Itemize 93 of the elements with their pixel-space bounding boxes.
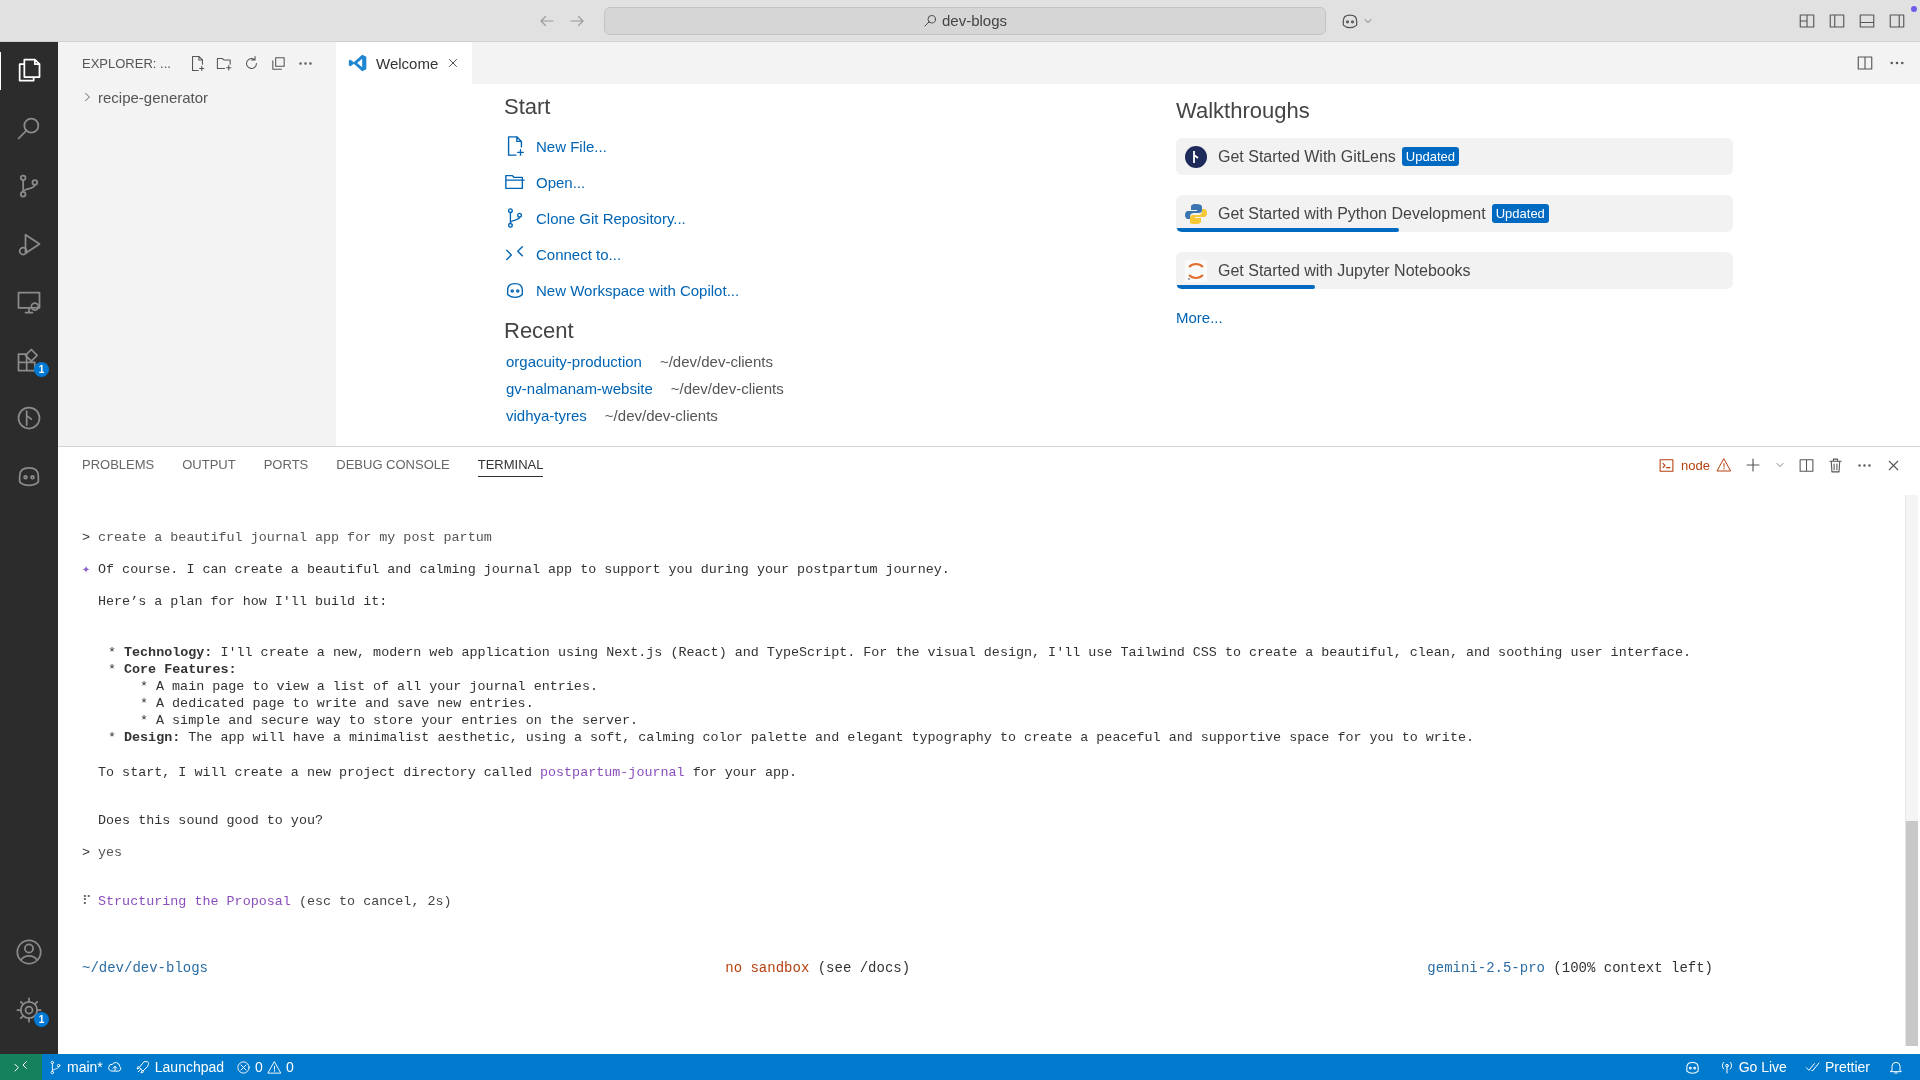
search-icon[interactable] xyxy=(922,13,938,28)
count-badge: 1 xyxy=(34,362,49,377)
terminal-line: Core Features: xyxy=(124,661,237,678)
working-directory: ~/dev/dev-blogs xyxy=(82,960,209,977)
search-field[interactable]: dev-blogs xyxy=(604,6,1326,35)
editor-logo-icon xyxy=(348,53,368,73)
bell-icon[interactable] xyxy=(1888,1059,1904,1075)
secondary-sidebar-icon[interactable] xyxy=(1888,11,1906,30)
section-heading: Recent xyxy=(504,318,575,344)
branch-circle-icon[interactable] xyxy=(15,404,43,432)
section-heading: Walkthroughs xyxy=(1176,98,1311,124)
start-link[interactable]: Connect to... xyxy=(536,236,622,272)
sidebar-title: EXPLORER: ... xyxy=(82,55,171,71)
line-marker: * xyxy=(108,644,118,661)
prettier-status[interactable]: Prettier xyxy=(1824,1059,1870,1075)
terminal-line: A main page to view a list of all your journal entries. xyxy=(156,678,598,695)
rocket-icon[interactable] xyxy=(134,1059,151,1075)
terminal-line: Does this sound good to you? xyxy=(98,812,323,829)
model-status: gemini-2.5-pro (100% context left) xyxy=(1427,960,1713,977)
terminal-line: yes xyxy=(98,844,123,861)
editor-tab[interactable]: Welcome xyxy=(336,42,473,84)
terminal-line: A dedicated page to write and save new entries. xyxy=(156,695,534,712)
folder-item[interactable]: recipe-generator xyxy=(98,88,209,106)
start-link[interactable]: Open... xyxy=(536,164,586,200)
start-link[interactable]: New Workspace with Copilot... xyxy=(536,272,740,308)
updated-badge: Updated xyxy=(1491,204,1549,223)
sandbox-status: no sandbox (see /docs) xyxy=(725,960,911,977)
panel-tab[interactable]: TERMINAL xyxy=(477,453,544,477)
terminal-line: Of course. I can create a beautiful and calming journal app to support you during your postpartum journey. xyxy=(98,561,950,578)
start-link[interactable]: Clone Git Repository... xyxy=(536,200,686,236)
status-line: Structuring the Proposal (esc to cancel, 2s) xyxy=(98,893,452,910)
line-marker: * xyxy=(140,695,150,712)
error-count[interactable]: 0 xyxy=(255,1059,263,1075)
recent-link[interactable]: gv-nalmanam-website xyxy=(506,380,653,397)
branch-status[interactable]: main* xyxy=(67,1059,103,1075)
line-marker: * xyxy=(140,712,150,729)
updated-badge: Updated xyxy=(1401,147,1459,166)
scrollbar[interactable] xyxy=(1905,495,1918,1046)
recent-path: ~/dev/dev-clients xyxy=(604,407,718,424)
sidebar-toggle-icon[interactable] xyxy=(1828,11,1846,30)
collapse-icon[interactable] xyxy=(269,54,287,72)
orbit-logo-icon xyxy=(1184,258,1208,283)
recent-path: ~/dev/dev-clients xyxy=(670,380,784,397)
walkthrough-card[interactable]: Get Started With GitLens Updated xyxy=(1176,138,1733,175)
settings-icon[interactable] xyxy=(15,996,43,1024)
count-badge: 1 xyxy=(34,1012,49,1027)
start-link[interactable]: New File... xyxy=(536,128,607,164)
layout-icon[interactable] xyxy=(1798,11,1816,30)
panel-tab[interactable]: DEBUG CONSOLE xyxy=(336,453,450,477)
terminal-name[interactable]: node xyxy=(1681,457,1710,473)
warning-count[interactable]: 0 xyxy=(285,1059,294,1075)
walkthrough-title: Get Started with Jupyter Notebooks xyxy=(1218,261,1471,280)
terminal-line: To start, I will create a new project directory called postpartum-journal for your app. xyxy=(98,764,798,781)
line-marker: * xyxy=(108,661,118,678)
line-marker: > xyxy=(82,529,92,546)
launchpad-status[interactable]: Launchpad xyxy=(154,1059,225,1075)
panel-tab[interactable]: OUTPUT xyxy=(182,453,236,477)
branch-icon[interactable] xyxy=(48,1059,63,1075)
account-icon[interactable] xyxy=(15,938,43,966)
section-heading: Start xyxy=(504,94,552,120)
walkthrough-card[interactable]: Get Started with Python Development Updated xyxy=(1176,195,1733,232)
panel-tab[interactable]: PROBLEMS xyxy=(82,453,155,477)
terminal-icon[interactable] xyxy=(1658,456,1676,474)
terminal-line: A simple and secure way to store your entries on the server. xyxy=(156,712,639,729)
more-link[interactable]: More... xyxy=(1176,309,1223,326)
recent-link[interactable]: orgacuity-production xyxy=(506,353,642,370)
line-marker: * xyxy=(140,678,150,695)
notification-dot xyxy=(1911,6,1917,12)
cloud-sync-icon[interactable] xyxy=(106,1059,123,1075)
walkthrough-title: Get Started with Python Development xyxy=(1218,204,1486,223)
trash-icon[interactable] xyxy=(1827,456,1844,474)
recent-path: ~/dev/dev-clients xyxy=(659,353,773,370)
recent-link[interactable]: vidhya-tyres xyxy=(506,407,587,424)
warning-icon[interactable] xyxy=(1716,457,1732,473)
branch-badge-icon xyxy=(1184,144,1208,169)
plus-icon[interactable] xyxy=(1744,456,1762,474)
line-marker: ✦ xyxy=(82,561,92,578)
error-icon[interactable] xyxy=(236,1059,252,1075)
go-live-status[interactable]: Go Live xyxy=(1738,1059,1787,1075)
panel-toggle-icon[interactable] xyxy=(1858,11,1876,30)
terminal-line: Design: The app will have a minimalist aesthetic, using a soft, calming color palette and elegant typography to create a peaceful and supportive space for you to write. xyxy=(124,729,1474,746)
line-marker: > xyxy=(82,844,92,861)
split-terminal-icon[interactable] xyxy=(1798,456,1815,474)
terminal-line: create a beautiful journal app for my post partum xyxy=(98,529,492,546)
line-marker: * xyxy=(108,729,118,746)
panel-tab[interactable]: PORTS xyxy=(263,453,309,477)
walkthrough-title: Get Started With GitLens xyxy=(1218,147,1396,166)
split-editor-icon[interactable] xyxy=(1856,54,1874,72)
terminal-line: Here’s a plan for how I'll build it: xyxy=(98,593,388,610)
two-tone-logo-icon xyxy=(1184,201,1208,226)
walkthrough-card[interactable]: Get Started with Jupyter Notebooks xyxy=(1176,252,1733,289)
terminal-line: Technology: I'll create a new, modern web application using Next.js (React) and TypeScript. For the visual design, I'll use Tailwind CSS to create a beautiful, clean, and soothing user interface. xyxy=(124,644,1691,661)
line-marker: ⠏ xyxy=(82,893,93,910)
